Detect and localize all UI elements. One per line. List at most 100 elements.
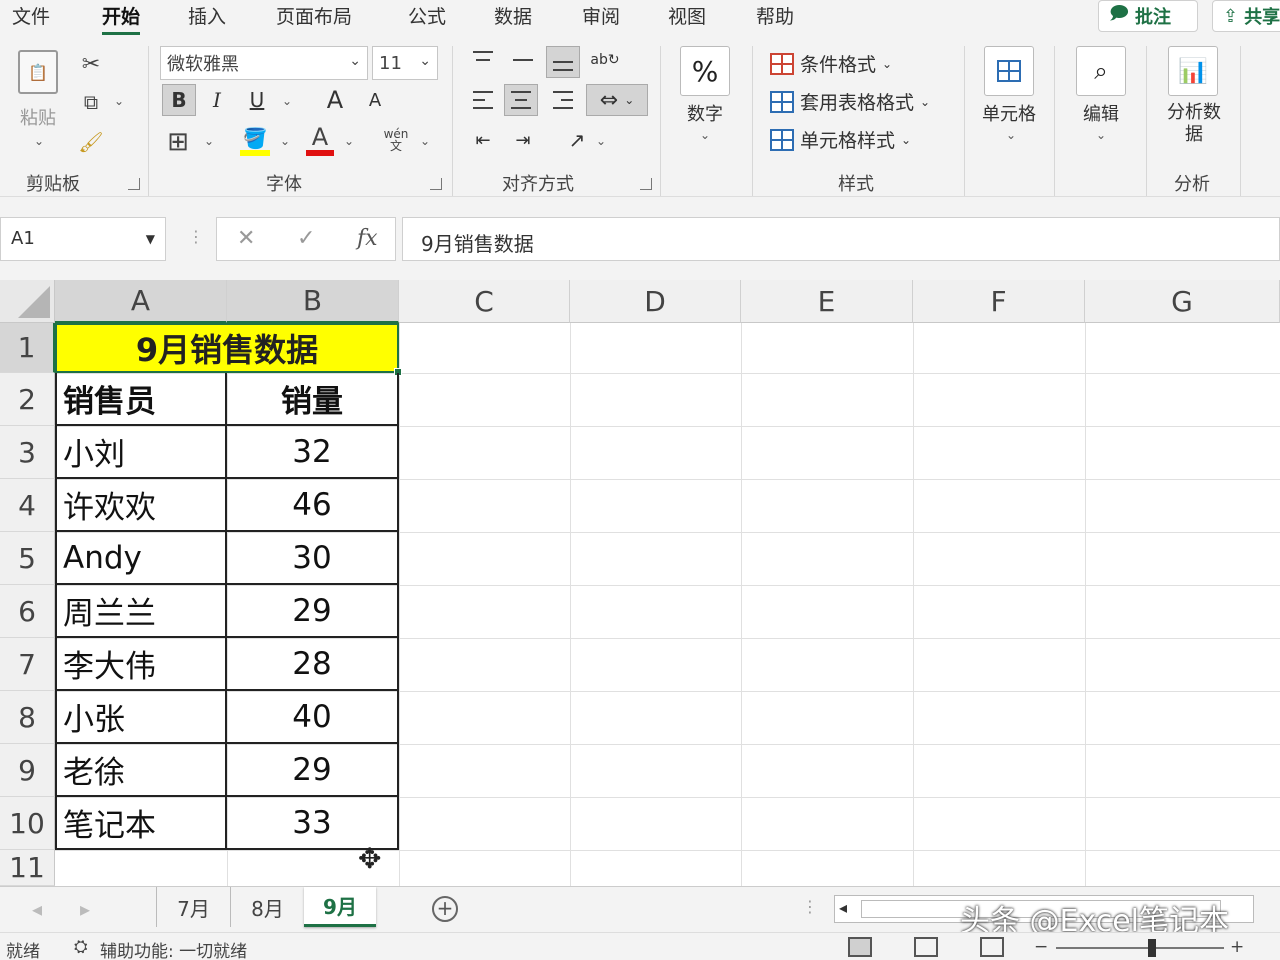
shrink-font-button[interactable]: A xyxy=(358,84,392,116)
enter-icon[interactable]: ✓ xyxy=(297,226,315,251)
italic-button[interactable]: I xyxy=(200,84,234,116)
underline-button[interactable]: U xyxy=(240,84,274,116)
align-middle-button[interactable] xyxy=(506,44,540,76)
share-button[interactable]: ⇪ 共享 xyxy=(1212,0,1280,32)
underline-dropdown-icon[interactable]: ⌄ xyxy=(282,94,292,108)
accessibility-status[interactable]: 辅助功能: 一切就绪 xyxy=(100,937,247,960)
align-right-button[interactable] xyxy=(546,84,580,116)
cut-icon[interactable]: ✂ xyxy=(78,50,104,78)
align-left-button[interactable] xyxy=(466,84,500,116)
decrease-indent-icon[interactable]: ⇤ xyxy=(466,124,500,156)
sheet-tab-jul[interactable]: 7月 xyxy=(156,887,230,927)
cell-a8[interactable]: 小张 xyxy=(55,691,227,744)
sheet-tab-aug[interactable]: 8月 xyxy=(230,887,304,927)
cancel-icon[interactable]: ✕ xyxy=(237,226,255,251)
paste-dropdown-icon[interactable]: ⌄ xyxy=(34,134,44,148)
cell-b8[interactable]: 40 xyxy=(227,691,399,744)
tab-help[interactable]: 帮助 xyxy=(756,2,794,29)
row-header-11[interactable]: 11 xyxy=(0,850,55,886)
analyze-data-button[interactable]: 📊 xyxy=(1168,46,1218,96)
cell-b9[interactable]: 29 xyxy=(227,744,399,797)
copy-dropdown-icon[interactable]: ⌄ xyxy=(114,94,124,108)
row-header-8[interactable]: 8 xyxy=(0,691,55,744)
row-header-10[interactable]: 10 xyxy=(0,797,55,850)
bold-button[interactable]: B xyxy=(162,84,196,116)
accessibility-icon[interactable]: ⛭ xyxy=(74,937,88,957)
row-header-5[interactable]: 5 xyxy=(0,532,55,585)
cell-a5[interactable]: Andy xyxy=(55,532,227,585)
tab-review[interactable]: 审阅 xyxy=(582,2,620,29)
tab-view[interactable]: 视图 xyxy=(668,2,706,29)
cell-b3[interactable]: 32 xyxy=(227,426,399,479)
format-painter-icon[interactable]: 🖌 xyxy=(78,128,104,156)
page-layout-view-icon[interactable] xyxy=(914,937,938,957)
font-size-select[interactable]: 11 ⌄ xyxy=(372,46,438,80)
font-color-dropdown-icon[interactable]: ⌄ xyxy=(344,134,354,148)
borders-dropdown-icon[interactable]: ⌄ xyxy=(204,134,214,148)
cell-b6[interactable]: 29 xyxy=(227,585,399,638)
cells-button[interactable] xyxy=(984,46,1034,96)
grow-font-button[interactable]: A xyxy=(318,84,352,116)
cell-a9[interactable]: 老徐 xyxy=(55,744,227,797)
row-header-6[interactable]: 6 xyxy=(0,585,55,638)
cell-a4[interactable]: 许欢欢 xyxy=(55,479,227,532)
spreadsheet-grid[interactable]: A B C D E F G 1 2 3 4 5 6 7 8 9 10 11 9月销售数据 销售员 销量 小刘 32 许欢欢 46… xyxy=(0,280,1280,886)
clipboard-launcher-icon[interactable] xyxy=(128,178,140,190)
phonetic-dropdown-icon[interactable]: ⌄ xyxy=(420,134,430,148)
column-header-c[interactable]: C xyxy=(399,280,570,323)
cell-b2-header[interactable]: 销量 xyxy=(227,373,399,426)
column-header-a[interactable]: A xyxy=(55,280,227,323)
number-format-button[interactable]: % xyxy=(680,46,730,96)
tab-insert[interactable]: 插入 xyxy=(188,2,226,29)
add-sheet-icon[interactable]: + xyxy=(432,896,458,922)
zoom-slider[interactable] xyxy=(1056,939,1224,957)
orientation-dropdown-icon[interactable]: ⌄ xyxy=(596,134,606,148)
select-all-corner[interactable] xyxy=(0,280,55,323)
row-header-4[interactable]: 4 xyxy=(0,479,55,532)
sheet-tab-sep[interactable]: 9月 xyxy=(304,887,376,927)
column-header-d[interactable]: D xyxy=(570,280,741,323)
align-bottom-button[interactable] xyxy=(546,46,580,78)
cell-a2-header[interactable]: 销售员 xyxy=(55,373,227,426)
cell-b5[interactable]: 30 xyxy=(227,532,399,585)
tab-page-layout[interactable]: 页面布局 xyxy=(276,2,352,29)
scroll-left-icon[interactable]: ◂ xyxy=(839,898,847,917)
increase-indent-icon[interactable]: ⇥ xyxy=(506,124,540,156)
cell-styles-button[interactable]: 单元格样式 ⌄ xyxy=(770,126,911,153)
fill-color-dropdown-icon[interactable]: ⌄ xyxy=(280,134,290,148)
column-header-g[interactable]: G xyxy=(1085,280,1280,323)
number-dropdown-icon[interactable]: ⌄ xyxy=(700,128,710,142)
format-as-table-button[interactable]: 套用表格格式 ⌄ xyxy=(770,88,930,115)
page-break-view-icon[interactable] xyxy=(980,937,1004,957)
cell-a7[interactable]: 李大伟 xyxy=(55,638,227,691)
fill-color-icon[interactable]: 🪣 xyxy=(240,126,270,150)
cell-b7[interactable]: 28 xyxy=(227,638,399,691)
align-top-button[interactable] xyxy=(466,44,500,76)
split-handle-icon[interactable]: ⋮ xyxy=(802,897,818,916)
cell-a6[interactable]: 周兰兰 xyxy=(55,585,227,638)
row-header-7[interactable]: 7 xyxy=(0,638,55,691)
paste-icon[interactable]: 📋 xyxy=(18,50,58,94)
font-color-icon[interactable]: A xyxy=(306,123,334,151)
zoom-slider-knob[interactable] xyxy=(1148,939,1156,957)
formula-input[interactable]: 9月销售数据 xyxy=(402,217,1280,261)
orientation-icon[interactable]: ↗ xyxy=(560,124,594,156)
tab-data[interactable]: 数据 xyxy=(494,2,532,29)
alignment-launcher-icon[interactable] xyxy=(640,178,652,190)
font-launcher-icon[interactable] xyxy=(430,178,442,190)
align-center-button[interactable] xyxy=(504,84,538,116)
font-name-select[interactable]: 微软雅黑 ⌄ xyxy=(160,46,368,80)
phonetic-guide-icon[interactable]: wén 文 xyxy=(380,126,412,154)
editing-dropdown-icon[interactable]: ⌄ xyxy=(1096,128,1106,142)
conditional-format-button[interactable]: 条件格式 ⌄ xyxy=(770,50,892,77)
row-header-9[interactable]: 9 xyxy=(0,744,55,797)
cell-a10[interactable]: 笔记本 xyxy=(55,797,227,850)
merge-center-button[interactable]: ⇔ ⌄ xyxy=(586,84,648,116)
cell-b4[interactable]: 46 xyxy=(227,479,399,532)
row-header-3[interactable]: 3 xyxy=(0,426,55,479)
row-header-2[interactable]: 2 xyxy=(0,373,55,426)
wrap-orientation-icon[interactable]: ab↻ xyxy=(588,44,622,76)
tab-home[interactable]: 开始 xyxy=(102,2,141,35)
tab-file[interactable]: 文件 xyxy=(12,2,50,29)
insert-function-icon[interactable]: fx xyxy=(357,226,378,251)
